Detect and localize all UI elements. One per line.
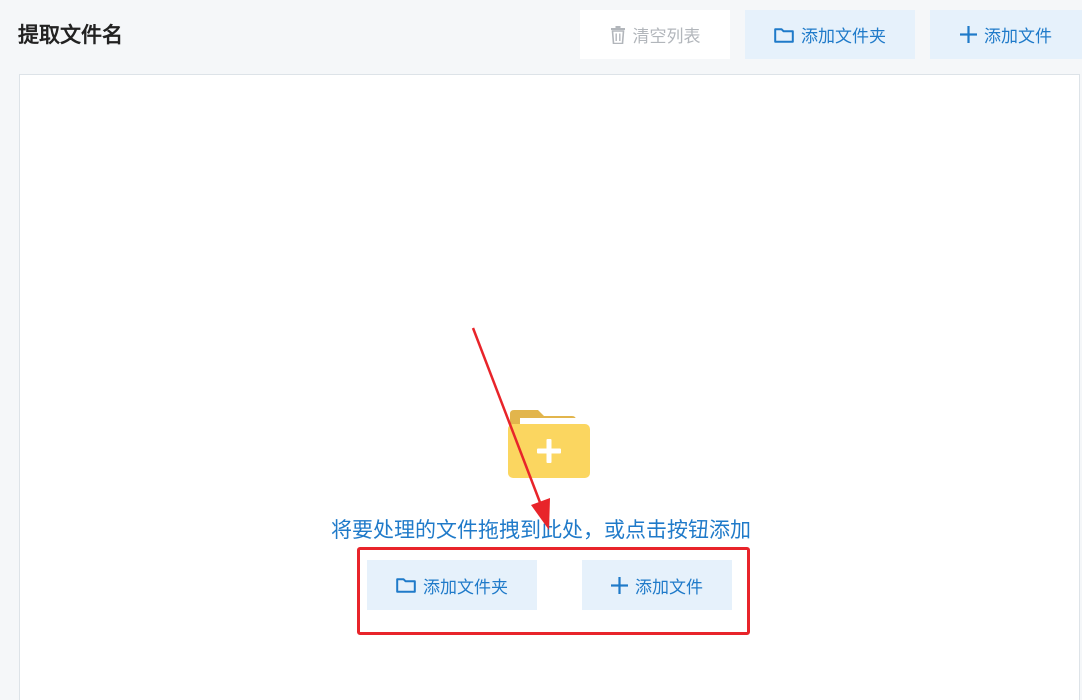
add-folder-label: 添加文件夹 xyxy=(801,27,886,47)
plus-icon xyxy=(611,576,628,594)
center-add-folder-button[interactable]: 添加文件夹 xyxy=(367,560,537,610)
center-add-folder-label: 添加文件夹 xyxy=(423,577,508,598)
file-drop-area[interactable] xyxy=(19,74,1080,700)
drop-hint-text: 将要处理的文件拖拽到此处，或点击按钮添加 xyxy=(331,518,751,542)
center-add-file-button[interactable]: 添加文件 xyxy=(582,560,732,610)
add-folder-button[interactable]: 添加文件夹 xyxy=(745,10,915,59)
app-page: 提取文件名 清空列表 添加文件夹 添加文件 将要处理的文件拖拽到此处，或点击按钮… xyxy=(0,0,1082,700)
clear-list-button[interactable]: 清空列表 xyxy=(580,10,730,59)
add-file-label: 添加文件 xyxy=(984,27,1052,47)
page-title: 提取文件名 xyxy=(18,23,123,47)
clear-list-label: 清空列表 xyxy=(632,27,701,47)
folder-add-icon xyxy=(508,410,590,478)
folder-icon xyxy=(774,27,794,43)
center-add-file-label: 添加文件 xyxy=(635,577,703,598)
plus-icon xyxy=(960,26,977,43)
trash-icon xyxy=(610,25,626,44)
add-file-button[interactable]: 添加文件 xyxy=(930,10,1082,59)
folder-icon xyxy=(396,577,416,593)
